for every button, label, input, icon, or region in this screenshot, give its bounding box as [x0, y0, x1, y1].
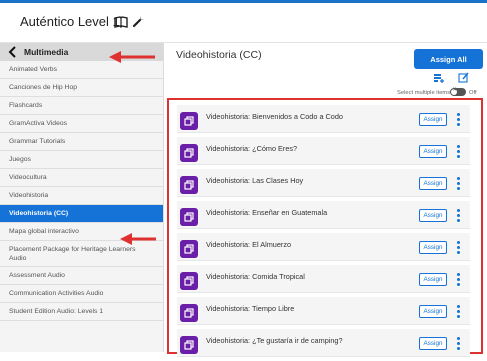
sidebar-item[interactable]: GramActiva Videos — [0, 115, 163, 133]
page-title: Videohistoria (CC) — [176, 49, 262, 61]
more-options-icon[interactable] — [456, 273, 460, 286]
list-item[interactable]: Videohistoria: Bienvenidos a Codo a Codo… — [177, 105, 470, 133]
assign-button[interactable]: Assign — [419, 113, 447, 126]
list-item[interactable]: Videohistoria: Las Clases Hoy Assign — [177, 169, 470, 197]
sidebar-item[interactable]: Student Edition Audio: Levels 1 — [0, 303, 163, 321]
list-item-title[interactable]: Videohistoria: ¿Te gustaría ir de campin… — [206, 336, 343, 345]
more-options-icon[interactable] — [456, 337, 460, 350]
video-resource-icon — [180, 112, 198, 130]
assign-button[interactable]: Assign — [419, 241, 447, 254]
more-options-icon[interactable] — [456, 113, 460, 126]
sidebar-item-label: Videocultura — [9, 174, 47, 181]
video-resource-icon — [180, 304, 198, 322]
list-item-title[interactable]: Videohistoria: Bienvenidos a Codo a Codo — [206, 112, 343, 121]
video-resource-icon — [180, 176, 198, 194]
sidebar-item[interactable]: Videohistoria — [0, 187, 163, 205]
video-resource-icon — [180, 240, 198, 258]
more-options-icon[interactable] — [456, 177, 460, 190]
assign-button[interactable]: Assign — [419, 337, 447, 350]
list-item-title[interactable]: Videohistoria: El Almuerzo — [206, 240, 291, 249]
sidebar-item[interactable]: Grammar Tutorials — [0, 133, 163, 151]
red-arrow-annotation — [120, 233, 156, 245]
list-item[interactable]: Videohistoria: Enseñar en Guatemala Assig… — [177, 201, 470, 229]
sidebar-item-label: Canciones de Hip Hop — [9, 84, 78, 91]
add-to-folder-icon[interactable] — [433, 73, 444, 84]
select-multiple-toggle[interactable]: × — [450, 87, 466, 96]
sidebar-item-label: Juegos — [9, 156, 31, 163]
assign-button[interactable]: Assign — [419, 273, 447, 286]
toggle-knob: × — [451, 87, 457, 95]
more-options-icon[interactable] — [456, 145, 460, 158]
more-options-icon[interactable] — [456, 209, 460, 222]
sidebar-item[interactable]: Videocultura — [0, 169, 163, 187]
sidebar-item-label: Assessment Audio — [9, 272, 65, 279]
sidebar-item-label: Grammar Tutorials — [9, 138, 66, 145]
video-resource-icon — [180, 208, 198, 226]
video-resource-icon — [180, 336, 198, 354]
list-item-title[interactable]: Videohistoria: Las Clases Hoy — [206, 176, 303, 185]
select-multiple-label: Select multiple items — [397, 90, 451, 96]
more-options-icon[interactable] — [456, 241, 460, 254]
close-icon: × — [453, 87, 457, 93]
list-item-title[interactable]: Videohistoria: Comida Tropical — [206, 272, 305, 281]
sidebar-item[interactable]: Canciones de Hip Hop — [0, 79, 163, 97]
list-item-title[interactable]: Videohistoria: Enseñar en Guatemala — [206, 208, 327, 217]
sidebar-item-label: Videohistoria — [9, 192, 49, 199]
sidebar-item[interactable]: Videohistoria (CC) — [0, 205, 163, 223]
app-title: Auténtico Level 1 — [20, 14, 120, 29]
resource-list: Videohistoria: Bienvenidos a Codo a Codo… — [177, 105, 470, 361]
sidebar-item[interactable]: Flashcards — [0, 97, 163, 115]
chevron-left-icon — [8, 46, 16, 58]
list-item-title[interactable]: Videohistoria: ¿Cómo Eres? — [206, 144, 297, 153]
list-item-title[interactable]: Videohistoria: Tiempo Libre — [206, 304, 294, 313]
assign-button[interactable]: Assign — [419, 305, 447, 318]
sidebar-item[interactable]: Assessment Audio — [0, 267, 163, 285]
toggle-state-label: Off — [469, 90, 477, 96]
sidebar-nav-list: Animated Verbs Canciones de Hip Hop Flashc… — [0, 61, 163, 321]
assign-button[interactable]: Assign — [419, 209, 447, 222]
list-item[interactable]: Videohistoria: ¿Cómo Eres? Assign — [177, 137, 470, 165]
top-bar: Auténtico Level 1 — [0, 3, 487, 43]
sidebar-back-label: Multimedia — [24, 47, 69, 57]
more-options-icon[interactable] — [456, 305, 460, 318]
assign-button[interactable]: Assign — [419, 145, 447, 158]
sidebar-item-label: GramActiva Videos — [9, 120, 68, 127]
sidebar: Multimedia Animated Verbs Canciones de Hi… — [0, 43, 164, 352]
sidebar-item-label: Placement Package for Heritage Learners … — [9, 245, 136, 262]
sidebar-item-label: Animated Verbs — [9, 66, 57, 73]
sidebar-item-label: Student Edition Audio: Levels 1 — [9, 308, 104, 315]
assign-button[interactable]: Assign — [419, 177, 447, 190]
list-item[interactable]: Videohistoria: Tiempo Libre Assign — [177, 297, 470, 325]
video-resource-icon — [180, 144, 198, 162]
red-arrow-annotation — [109, 51, 155, 63]
list-item[interactable]: Videohistoria: ¿Te gustaría ir de campin… — [177, 329, 470, 357]
sidebar-item-label: Mapa global interactivo — [9, 228, 79, 235]
sidebar-item-label: Communication Activities Audio — [9, 290, 104, 297]
edit-icon[interactable] — [458, 72, 469, 83]
book-icon[interactable] — [114, 15, 128, 29]
sidebar-item[interactable]: Communication Activities Audio — [0, 285, 163, 303]
sidebar-item[interactable]: Juegos — [0, 151, 163, 169]
list-item[interactable]: Videohistoria: Comida Tropical Assign — [177, 265, 470, 293]
sidebar-item-label: Flashcards — [9, 102, 43, 109]
video-resource-icon — [180, 272, 198, 290]
assign-all-button[interactable]: Assign All — [414, 49, 483, 69]
sidebar-item-label: Videohistoria (CC) — [9, 210, 69, 217]
wrench-icon[interactable] — [132, 14, 146, 28]
list-item[interactable]: Videohistoria: El Almuerzo Assign — [177, 233, 470, 261]
